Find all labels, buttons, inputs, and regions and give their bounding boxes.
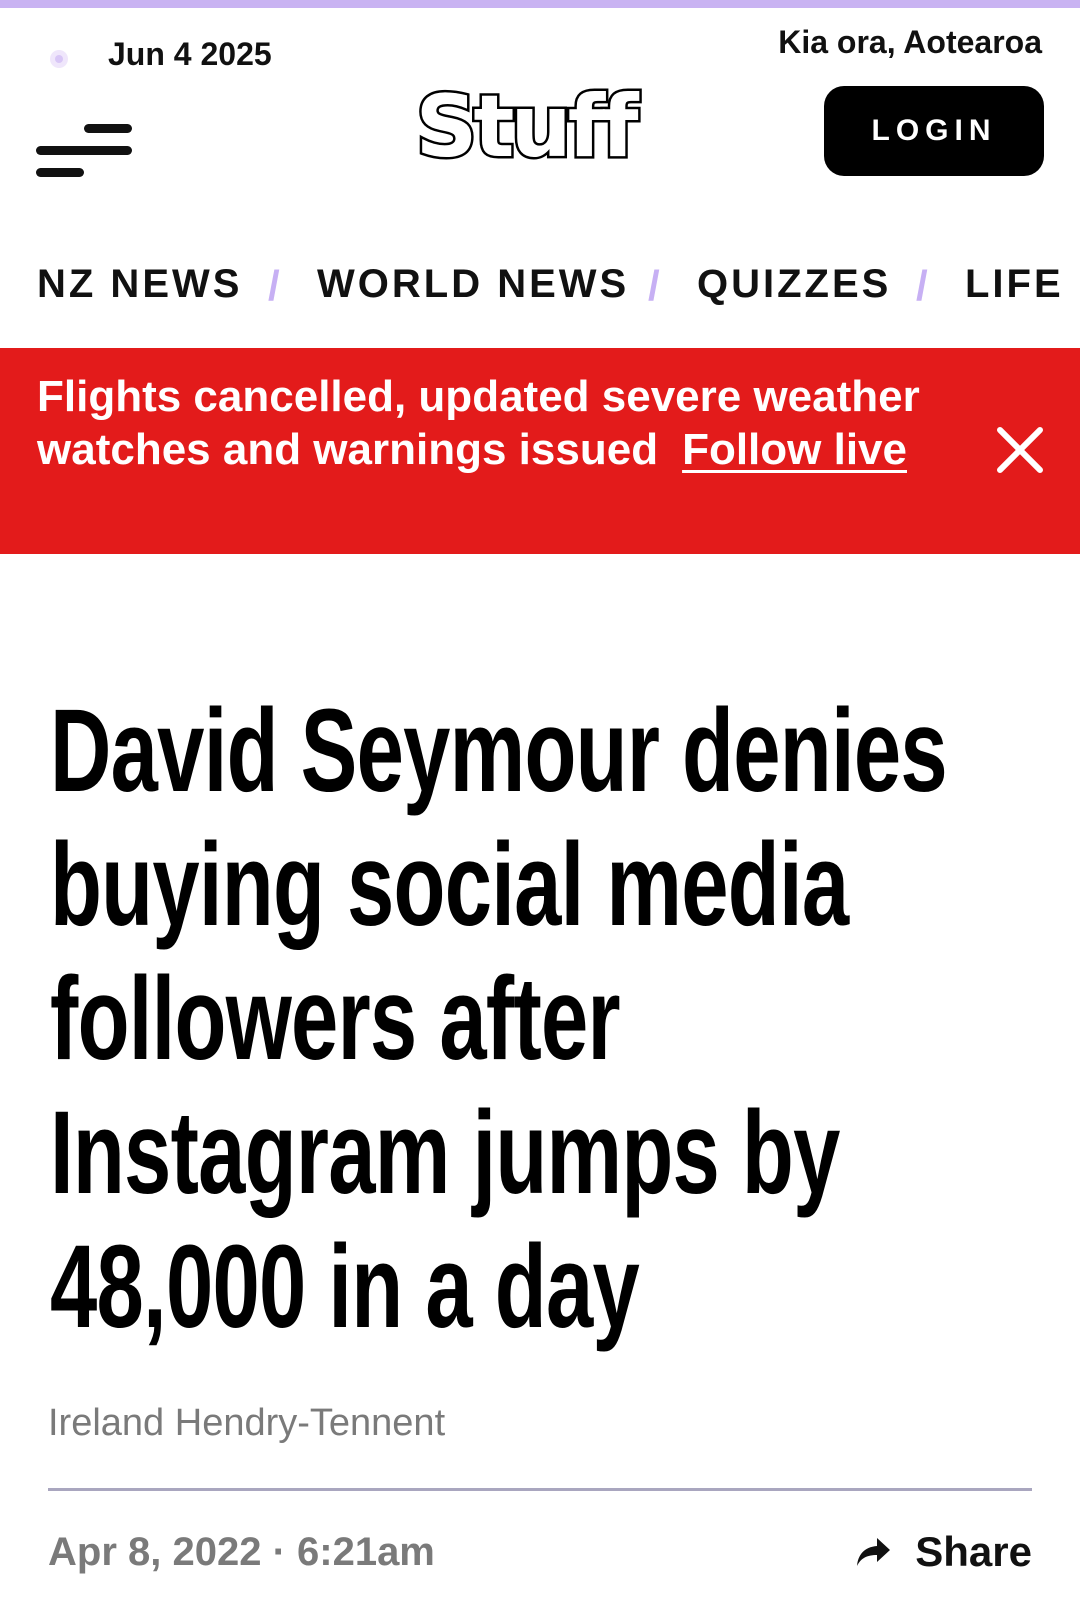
nav-item-world-news[interactable]: WORLD NEWS [317,262,629,307]
article-headline: David Seymour denies buying social media… [50,685,948,1353]
login-button[interactable]: LOGIN [824,86,1044,176]
logo-text: Stuff [415,80,640,176]
stuff-logo[interactable]: Stuff [405,80,645,176]
menu-icon[interactable] [36,116,136,182]
follow-live-link[interactable]: Follow live [682,425,907,474]
author-byline[interactable]: Ireland Hendry-Tennent [48,1402,445,1445]
publish-date: Apr 8, 2022 · 6:21am [48,1530,435,1574]
breaking-news-banner: Flights cancelled, updated severe weathe… [0,348,1080,554]
close-icon[interactable] [994,424,1046,476]
divider [48,1488,1032,1491]
share-label: Share [915,1528,1032,1575]
share-button[interactable]: Share [855,1528,1032,1576]
nav-item-nz-news[interactable]: NZ NEWS [37,262,242,307]
share-arrow-icon [857,1538,891,1566]
live-dot-icon [50,50,68,68]
current-date: Jun 4 2025 [108,36,272,72]
nav-separator: / [916,262,928,309]
nav-separator: / [268,262,280,309]
nav-item-quizzes[interactable]: QUIZZES [697,262,891,307]
section-nav: NZ NEWS / WORLD NEWS / QUIZZES / LIFE [0,262,1080,324]
site-header: Jun 4 2025 Kia ora, Aotearoa Stuff LOGIN [0,8,1080,228]
greeting: Kia ora, Aotearoa [778,24,1042,60]
top-accent-bar [0,0,1080,8]
alert-text: Flights cancelled, updated severe weathe… [37,370,937,476]
nav-item-life[interactable]: LIFE [965,262,1064,307]
nav-separator: / [648,262,660,309]
